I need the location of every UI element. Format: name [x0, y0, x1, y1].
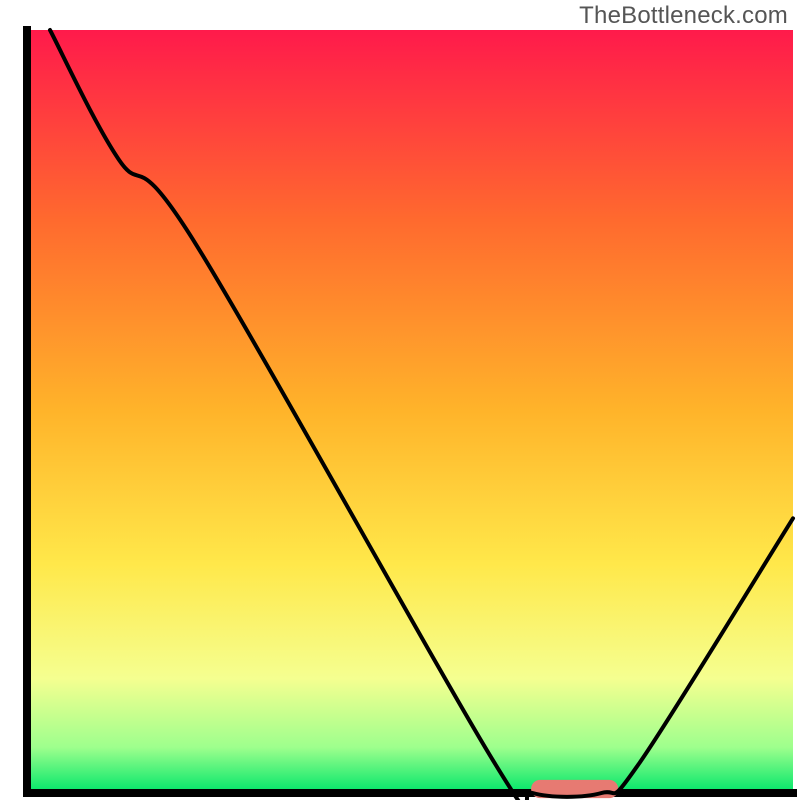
plot-background	[27, 30, 793, 793]
chart-svg	[0, 0, 800, 800]
chart-container: TheBottleneck.com	[0, 0, 800, 800]
